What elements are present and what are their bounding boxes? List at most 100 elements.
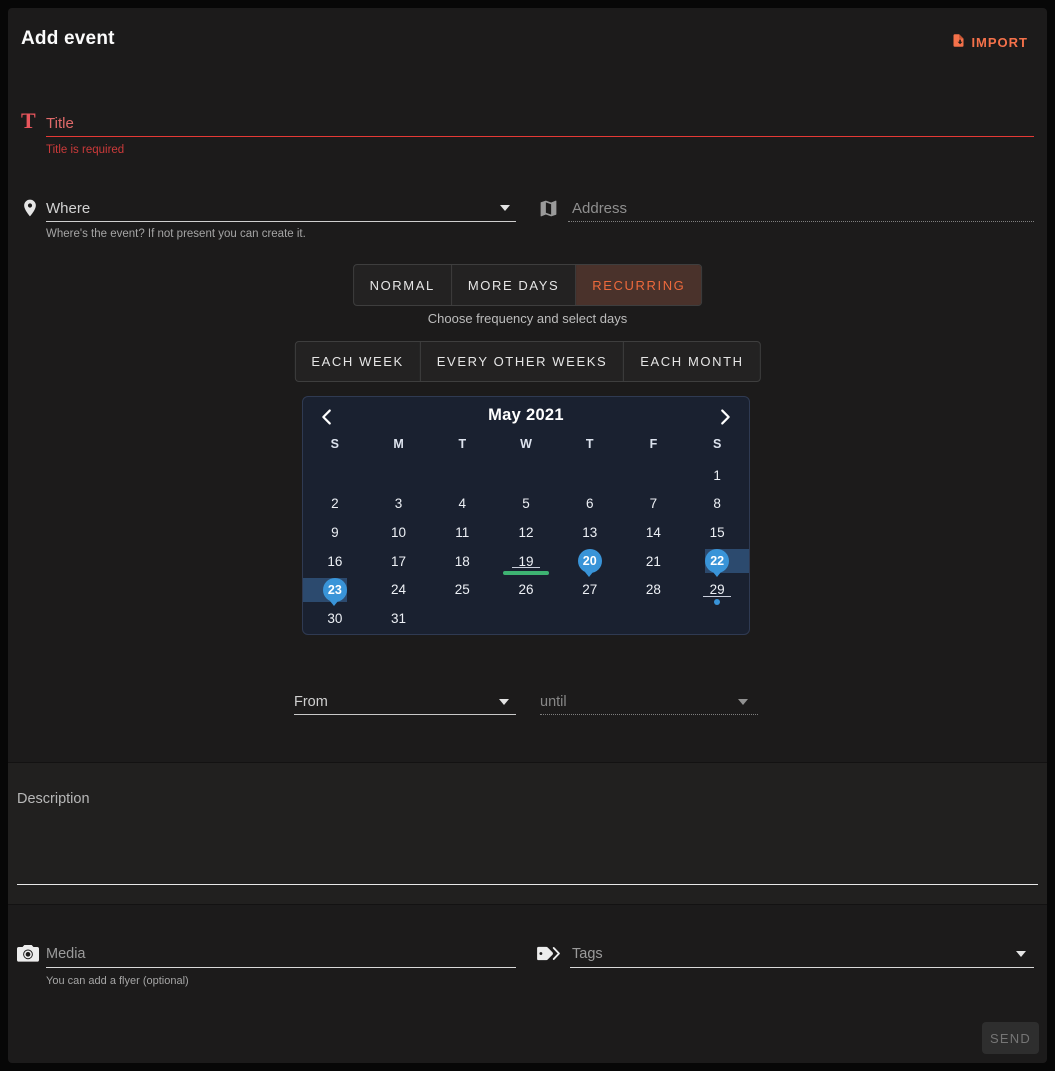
calendar-day-9[interactable]: 9 — [303, 518, 367, 547]
where-underline — [46, 221, 516, 222]
description-textarea[interactable] — [17, 810, 1037, 880]
calendar-day-10[interactable]: 10 — [367, 518, 431, 547]
title-underline — [46, 136, 1034, 137]
map-marker-icon — [20, 196, 40, 225]
title-error-text: Title is required — [46, 144, 124, 156]
calendar-day-22[interactable]: 22 — [685, 547, 749, 576]
mode-tab-recurring[interactable]: RECURRING — [576, 265, 701, 305]
frequency-option-each-week[interactable]: EACH WEEK — [295, 342, 420, 381]
calendar-day-11[interactable]: 11 — [430, 518, 494, 547]
tags-dropdown-arrow-icon[interactable] — [1016, 951, 1026, 957]
until-time-select[interactable]: until — [540, 694, 567, 710]
calendar-day-empty — [430, 604, 494, 633]
calendar-day-empty — [558, 461, 622, 490]
title-input[interactable]: Title — [46, 115, 74, 132]
calendar-day-14[interactable]: 14 — [622, 518, 686, 547]
calendar-day-12[interactable]: 12 — [494, 518, 558, 547]
calendar-day-empty — [622, 461, 686, 490]
day-number: 27 — [582, 582, 597, 597]
calendar-week-row: 3031 — [303, 604, 749, 633]
description-label: Description — [17, 791, 90, 807]
day-number: 9 — [331, 525, 339, 540]
address-input[interactable]: Address — [572, 200, 627, 217]
calendar-day-2[interactable]: 2 — [303, 490, 367, 519]
from-dropdown-arrow-icon[interactable] — [499, 699, 509, 705]
calendar-day-19[interactable]: 19 — [494, 547, 558, 576]
calendar-day-5[interactable]: 5 — [494, 490, 558, 519]
chevron-right-icon — [714, 406, 736, 431]
calendar-day-30[interactable]: 30 — [303, 604, 367, 633]
calendar-weekday-4: T — [558, 437, 622, 451]
day-number: 29 — [710, 582, 725, 597]
description-underline — [17, 884, 1038, 885]
calendar-day-21[interactable]: 21 — [622, 547, 686, 576]
page-title: Add event — [21, 28, 115, 50]
send-button[interactable]: SEND — [982, 1022, 1039, 1054]
calendar-week-row: 16 171819 20 21 22 — [303, 547, 749, 576]
calendar-day-empty — [367, 461, 431, 490]
calendar-day-15[interactable]: 15 — [685, 518, 749, 547]
calendar-day-empty — [558, 604, 622, 633]
day-number: 23 — [328, 583, 342, 597]
calendar-day-25[interactable]: 25 — [430, 575, 494, 604]
calendar-day-17[interactable]: 17 — [367, 547, 431, 576]
calendar-grid: 1234567891011121314151617181920212223242… — [303, 461, 749, 633]
calendar-day-26[interactable]: 26 — [494, 575, 558, 604]
format-title-icon: T — [21, 110, 36, 132]
day-number: 4 — [459, 496, 467, 511]
next-month-button[interactable] — [713, 406, 737, 430]
from-time-select[interactable]: From — [294, 694, 328, 710]
day-number: 6 — [586, 496, 594, 511]
calendar-day-27[interactable]: 27 — [558, 575, 622, 604]
calendar-month-title: May 2021 — [303, 406, 749, 425]
media-input[interactable]: Media — [46, 946, 86, 962]
calendar-day-31[interactable]: 31 — [367, 604, 431, 633]
frequency-options: EACH WEEKEVERY OTHER WEEKSEACH MONTH — [294, 341, 760, 382]
media-underline — [46, 967, 516, 968]
calendar-day-20[interactable]: 20 — [558, 547, 622, 576]
calendar-day-13[interactable]: 13 — [558, 518, 622, 547]
day-number: 3 — [395, 496, 403, 511]
calendar-day-24[interactable]: 24 — [367, 575, 431, 604]
calendar-day-7[interactable]: 7 — [622, 490, 686, 519]
day-number: 28 — [646, 582, 661, 597]
calendar-day-4[interactable]: 4 — [430, 490, 494, 519]
where-select[interactable]: Where — [46, 200, 90, 217]
calendar-day-3[interactable]: 3 — [367, 490, 431, 519]
calendar-day-empty — [494, 461, 558, 490]
where-dropdown-arrow-icon[interactable] — [500, 205, 510, 211]
day-number: 10 — [391, 525, 406, 540]
address-underline — [568, 221, 1034, 222]
calendar-day-empty — [303, 461, 367, 490]
frequency-option-every-other-weeks[interactable]: EVERY OTHER WEEKS — [421, 342, 624, 381]
calendar-day-29[interactable]: 29 — [685, 575, 749, 604]
import-button[interactable]: IMPORT — [945, 30, 1034, 54]
calendar-day-6[interactable]: 6 — [558, 490, 622, 519]
day-number: 20 — [583, 554, 597, 568]
camera-icon — [17, 943, 39, 967]
calendar-day-18[interactable]: 18 — [430, 547, 494, 576]
calendar-week-row: 1 — [303, 461, 749, 490]
day-number: 11 — [455, 525, 469, 540]
import-label: IMPORT — [971, 35, 1028, 50]
calendar-weekday-2: T — [430, 437, 494, 451]
tags-underline — [570, 967, 1034, 968]
calendar-day-23[interactable]: 23 — [303, 575, 367, 604]
tags-select[interactable]: Tags — [572, 946, 603, 962]
calendar-day-1[interactable]: 1 — [685, 461, 749, 490]
mode-tab-normal[interactable]: NORMAL — [354, 265, 452, 305]
frequency-option-each-month[interactable]: EACH MONTH — [624, 342, 759, 381]
calendar-weekday-row: SMTWTFS — [303, 437, 749, 451]
calendar-day-16[interactable]: 16 — [303, 547, 367, 576]
mode-tab-more-days[interactable]: MORE DAYS — [452, 265, 576, 305]
calendar-day-28[interactable]: 28 — [622, 575, 686, 604]
day-number: 22 — [710, 554, 724, 568]
day-number: 5 — [522, 496, 530, 511]
day-number: 1 — [713, 468, 721, 483]
mode-tabs: NORMALMORE DAYSRECURRING — [353, 264, 703, 306]
calendar-weekday-6: S — [685, 437, 749, 451]
calendar-weekday-0: S — [303, 437, 367, 451]
calendar-day-8[interactable]: 8 — [685, 490, 749, 519]
until-dropdown-arrow-icon — [738, 699, 748, 705]
day-number: 16 — [327, 554, 342, 569]
